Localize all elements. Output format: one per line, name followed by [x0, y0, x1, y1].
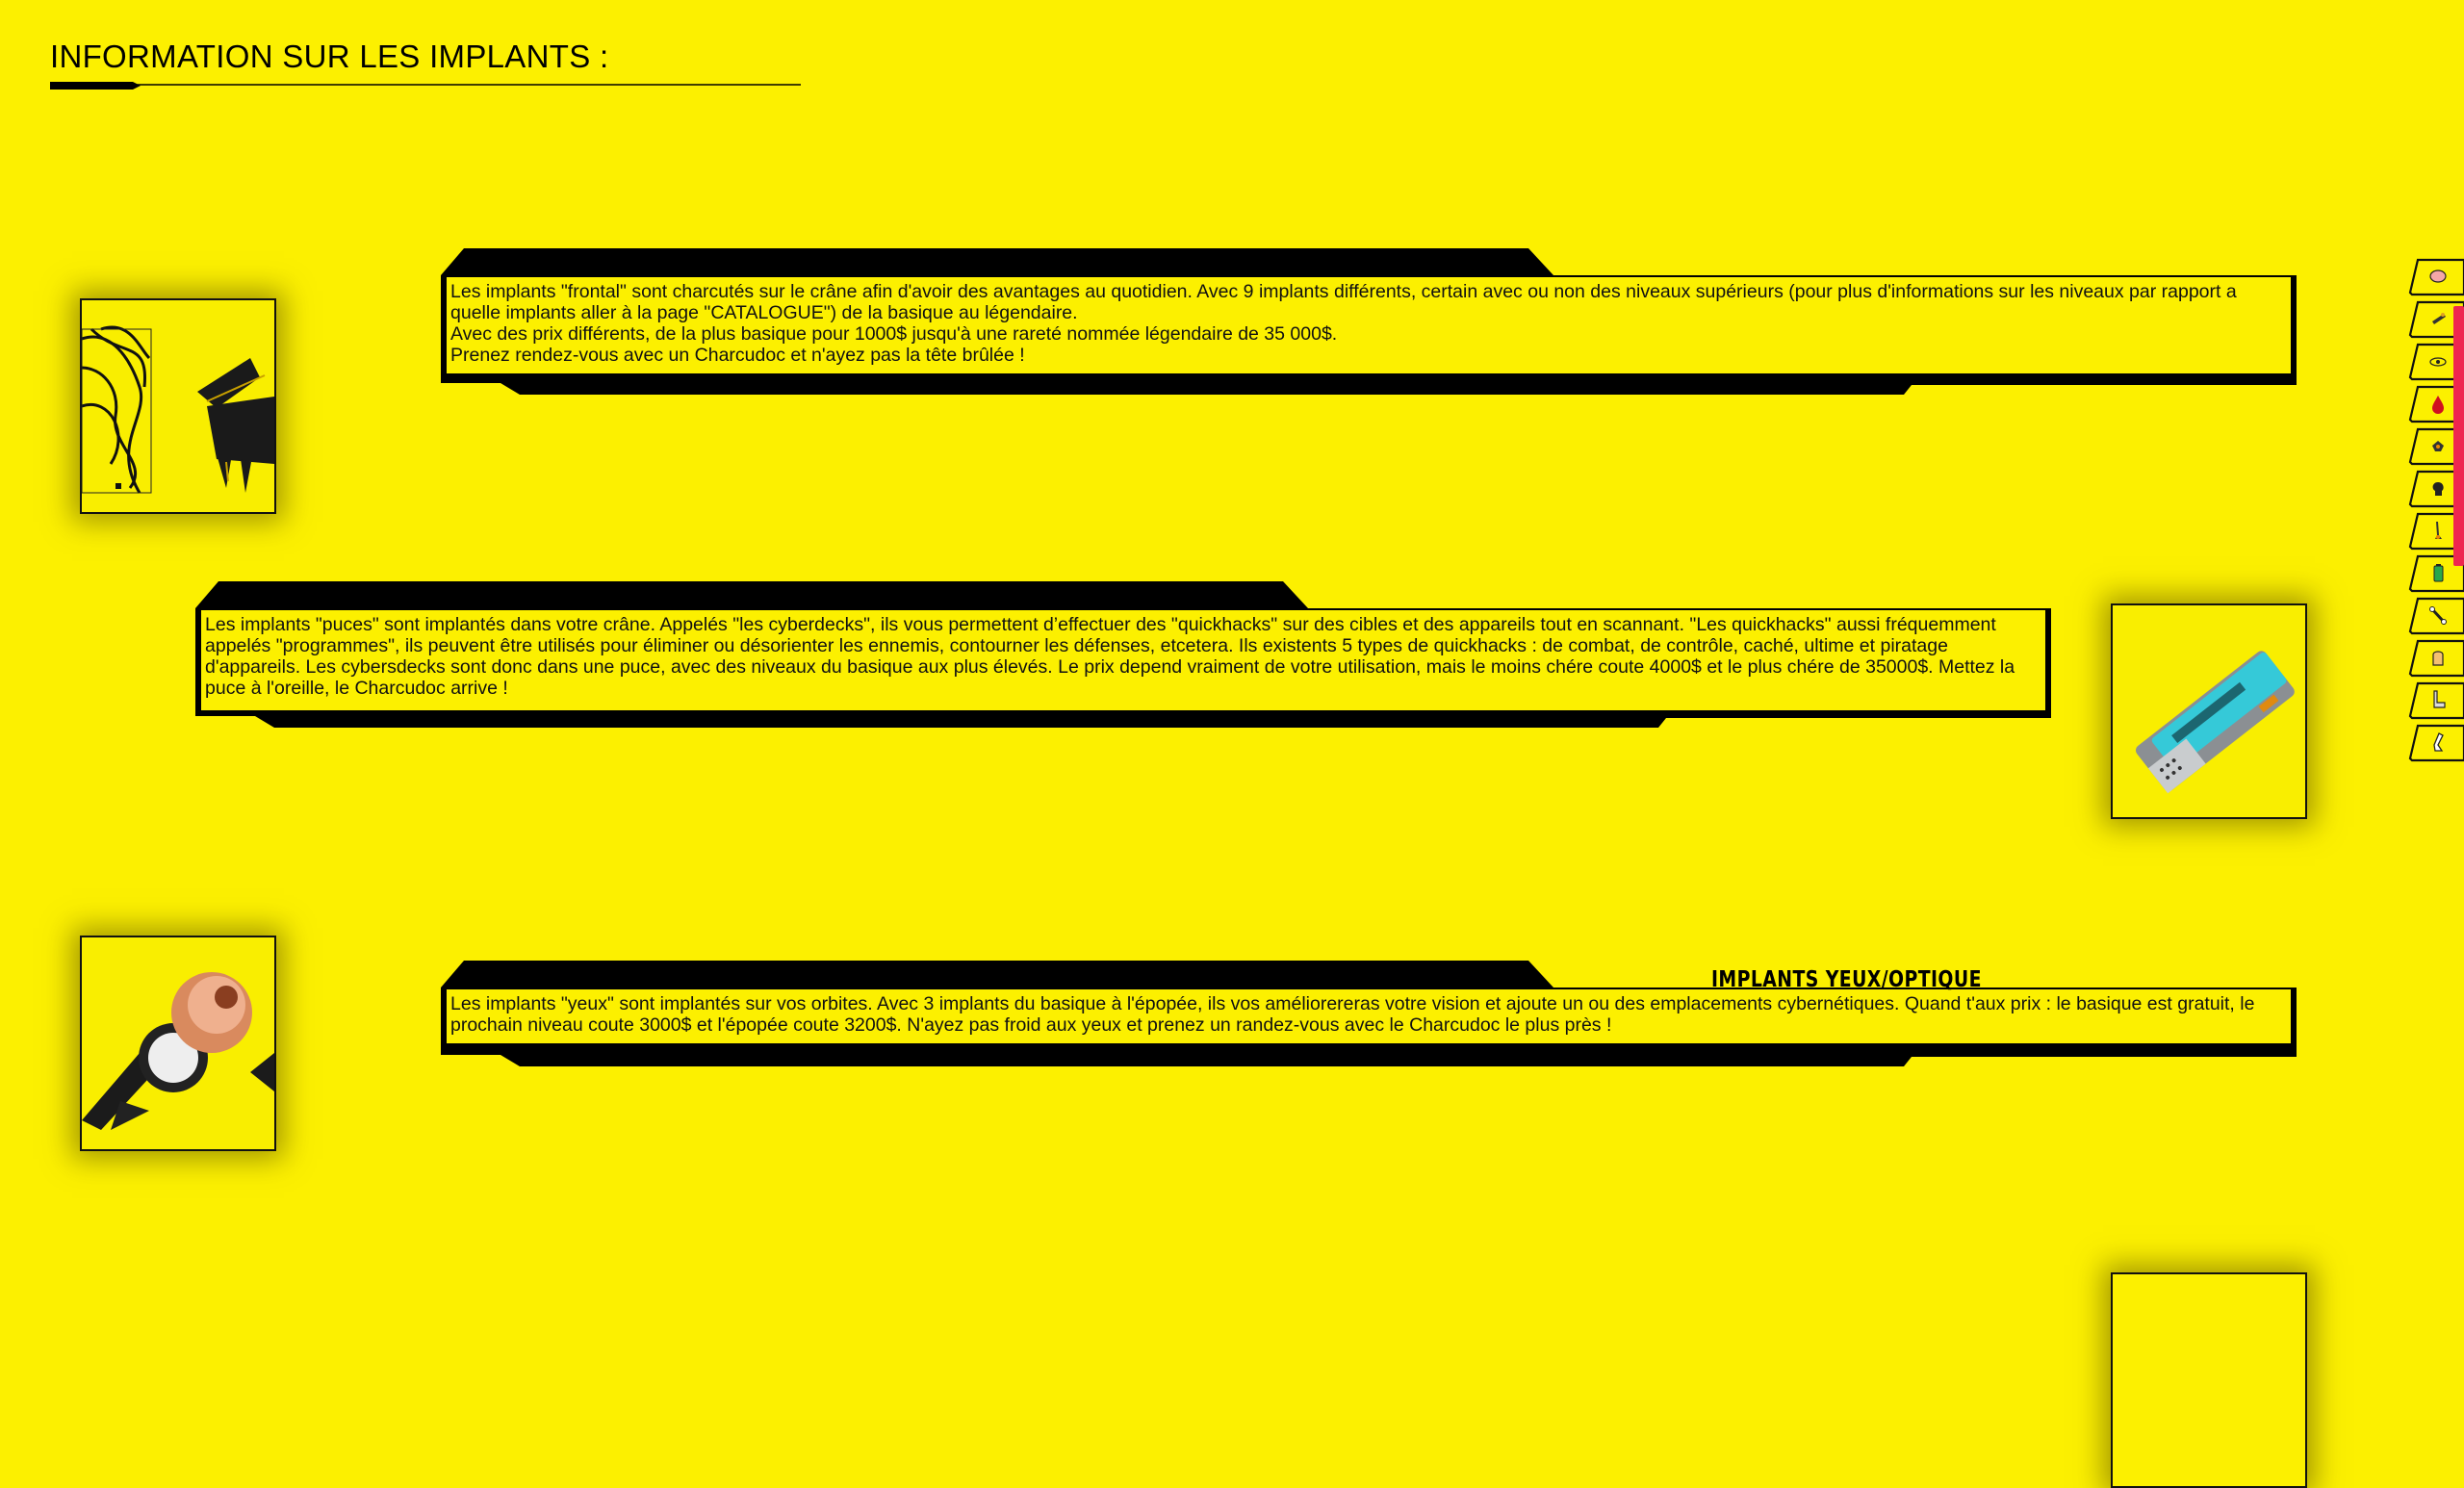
brain-icon — [2429, 269, 2447, 283]
side-nav-item-brain[interactable] — [2406, 258, 2464, 296]
hand-icon — [2432, 651, 2444, 666]
side-nav-item-arm[interactable] — [2406, 681, 2464, 720]
scrollbar[interactable] — [2453, 306, 2464, 566]
side-nav-item-leg[interactable] — [2406, 724, 2464, 762]
scrollbar-thumb[interactable] — [2453, 306, 2464, 566]
next-implant-image — [2111, 1272, 2307, 1488]
chip-implant-text: Les implants "puces" sont implantés dans… — [205, 614, 2015, 699]
eye-implant-panel: Les implants "yeux" sont implantés sur v… — [441, 961, 2297, 1068]
battery-icon — [2433, 564, 2444, 582]
title-underline — [50, 82, 801, 90]
chip-implant-image — [2111, 603, 2307, 819]
page-title: INFORMATION SUR LES IMPLANTS : — [50, 38, 609, 74]
eye-implant-label: IMPLANTS YEUX/OPTIQUE — [1711, 967, 1982, 992]
eye-implant-image — [80, 936, 276, 1151]
frontal-implant-image — [80, 298, 276, 514]
frontal-implant-panel: Les implants "frontal" sont charcutés su… — [441, 248, 2297, 395]
frontal-implant-text: Les implants "frontal" sont charcutés su… — [450, 281, 2237, 366]
side-nav-item-bone[interactable] — [2406, 597, 2464, 635]
eye-implant-text: Les implants "yeux" sont implantés sur v… — [450, 993, 2255, 1036]
side-nav-item-hand[interactable] — [2406, 639, 2464, 678]
chip-implant-panel: Les implants "puces" sont implantés dans… — [195, 581, 2051, 730]
